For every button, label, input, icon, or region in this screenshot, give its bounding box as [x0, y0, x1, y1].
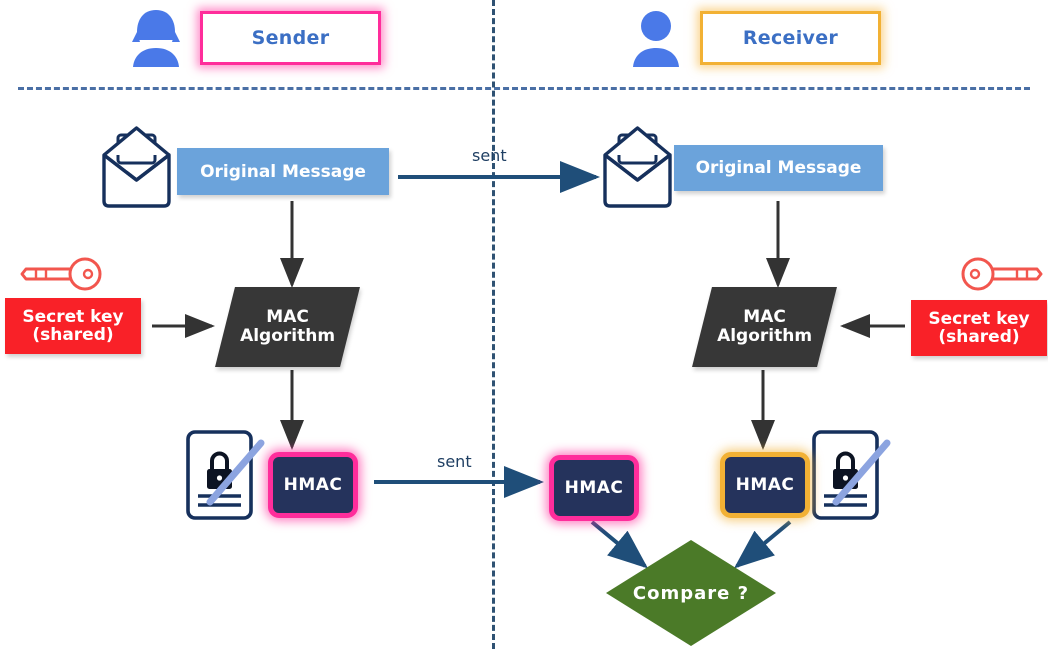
sender-role-badge: Sender: [200, 11, 381, 65]
key-icon: [20, 257, 102, 291]
sender-secret-key-block: Secret key (shared): [5, 298, 141, 354]
open-envelope-icon: [102, 126, 171, 208]
sender-hmac-chip: HMAC: [268, 452, 358, 518]
receiver-original-message-label: Original Message: [695, 158, 862, 178]
sender-role-label: Sender: [251, 27, 330, 49]
message-sent-label: sent: [472, 146, 507, 165]
receiver-computed-hmac-label: HMAC: [735, 475, 795, 495]
receiver-secret-key-block: Secret key (shared): [911, 300, 1047, 356]
sender-secret-key-line1: Secret key: [22, 306, 124, 327]
sender-original-message-label: Original Message: [200, 161, 366, 182]
person-female-icon: [132, 10, 180, 67]
sender-original-message-block: Original Message: [177, 148, 389, 195]
receiver-original-message-block: Original Message: [674, 145, 883, 191]
horizontal-divider: [18, 87, 1030, 90]
received-hmac-label: HMAC: [564, 478, 624, 498]
sender-secret-key-line2: (shared): [32, 325, 114, 345]
arrows-and-icons-layer: [20, 10, 1043, 569]
receiver-secret-key-line2: (shared): [938, 327, 1020, 347]
sender-mac-line2: Algorithm: [240, 326, 335, 346]
signed-document-lock-icon: [812, 430, 891, 520]
receiver-role-badge: Receiver: [700, 11, 881, 65]
key-icon: [961, 257, 1043, 291]
person-icon: [633, 11, 679, 67]
sender-mac-algorithm-block: MAC Algorithm: [215, 287, 360, 367]
open-envelope-icon: [603, 126, 672, 208]
receiver-role-label: Receiver: [742, 27, 839, 49]
hmac-sent-label: sent: [437, 452, 472, 471]
receiver-computed-hmac-chip: HMAC: [720, 452, 810, 518]
compare-decision-node: Compare ?: [606, 540, 776, 646]
receiver-secret-key-line1: Secret key: [928, 308, 1030, 329]
receiver-mac-algorithm-block: MAC Algorithm: [692, 287, 837, 367]
receiver-mac-line1: MAC: [743, 307, 786, 328]
diagram-canvas: Sender Receiver Original Message Origina…: [0, 0, 1048, 649]
sender-hmac-label: HMAC: [283, 475, 343, 495]
vertical-divider: [492, 0, 495, 649]
signed-document-lock-icon: [186, 430, 265, 520]
compare-label: Compare ?: [632, 582, 750, 604]
receiver-mac-line2: Algorithm: [717, 326, 812, 346]
sender-mac-line1: MAC: [266, 307, 309, 328]
received-hmac-chip: HMAC: [549, 455, 639, 521]
